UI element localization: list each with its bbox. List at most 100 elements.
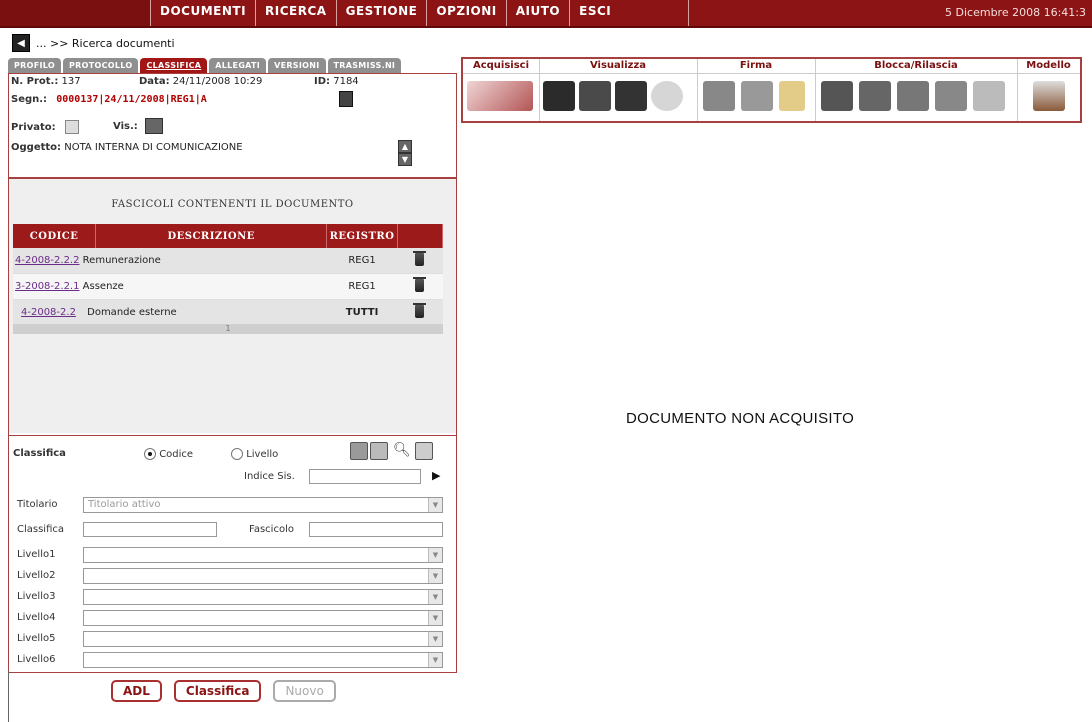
radio-livello-label: Livello xyxy=(246,449,279,460)
template-icon[interactable] xyxy=(1033,81,1065,111)
tab-classifica[interactable]: CLASSIFICA xyxy=(140,58,208,73)
livello5-select[interactable]: ▼ xyxy=(83,631,443,647)
titolario-select[interactable]: Titolario attivo ▼ xyxy=(83,497,443,513)
radio-codice[interactable] xyxy=(144,448,156,460)
group-acquisisci: Acquisisci xyxy=(463,59,540,121)
tab-protocollo[interactable]: PROTOCOLLO xyxy=(62,58,139,73)
acquire-icon[interactable] xyxy=(467,81,533,111)
privato-checkbox[interactable] xyxy=(64,120,79,134)
segnatura-field: Segn.: 0000137|24/11/2008|REG1|A xyxy=(11,94,207,105)
radio-livello-group: Livello xyxy=(231,448,278,460)
col-codice: CODICE xyxy=(13,224,97,248)
menu-documenti[interactable]: DOCUMENTI xyxy=(150,0,255,26)
visibility-icon[interactable] xyxy=(144,118,163,134)
checkin-icon[interactable] xyxy=(859,81,891,111)
menu-esci[interactable]: ESCI xyxy=(569,0,690,26)
scroll-down-icon[interactable]: ▼ xyxy=(398,153,412,166)
document-search-icon[interactable] xyxy=(415,442,433,460)
segn-label: Segn.: xyxy=(11,94,48,105)
vis-label: Vis.: xyxy=(113,121,138,132)
data-field: Data: 24/11/2008 10:29 xyxy=(139,76,262,87)
current-date: 5 Dicembre 2008 16:41:3 xyxy=(945,6,1086,19)
undo-checkout-icon[interactable] xyxy=(935,81,967,111)
breadcrumb-text[interactable]: ... >> Ricerca documenti xyxy=(36,37,175,50)
trash-icon[interactable] xyxy=(413,302,427,318)
menu-ricerca[interactable]: RICERCA xyxy=(255,0,336,26)
confirm-icon[interactable] xyxy=(973,81,1005,111)
back-icon[interactable]: ◀ xyxy=(12,34,30,52)
livello1-select[interactable]: ▼ xyxy=(83,547,443,563)
chevron-down-icon: ▼ xyxy=(428,632,442,646)
sign-icon[interactable] xyxy=(703,81,735,111)
table-row: 4-2008-2.2 Domande esterne TUTTI xyxy=(13,299,443,326)
adl-button[interactable]: ADL xyxy=(111,680,162,702)
chevron-down-icon: ▼ xyxy=(428,653,442,667)
chevron-down-icon: ▼ xyxy=(428,611,442,625)
play-icon[interactable]: ▶ xyxy=(432,469,440,482)
print-icon[interactable] xyxy=(339,91,353,107)
livello6-label: Livello6 xyxy=(17,654,56,665)
action-buttons: ADL Classifica Nuovo xyxy=(111,680,336,702)
group-visualizza-title: Visualizza xyxy=(539,59,697,74)
menu-aiuto[interactable]: AIUTO xyxy=(505,0,569,26)
titolario-value: Titolario attivo xyxy=(88,499,161,510)
trash-icon[interactable] xyxy=(413,276,427,292)
group-modello-title: Modello xyxy=(1017,59,1080,74)
view-icon[interactable] xyxy=(543,81,575,111)
nuovo-button[interactable]: Nuovo xyxy=(273,680,336,702)
descrizione-cell: Assenze xyxy=(82,281,124,292)
codice-link[interactable]: 4-2008-2.2.2 xyxy=(15,255,79,266)
classifica-label: Classifica xyxy=(17,524,65,535)
top-menu-bar: DOCUMENTI RICERCA GESTIONE OPZIONI AIUTO… xyxy=(0,0,1092,28)
chevron-down-icon: ▼ xyxy=(428,590,442,604)
grid-icon[interactable] xyxy=(370,442,388,460)
livello2-select[interactable]: ▼ xyxy=(83,568,443,584)
tab-allegati[interactable]: ALLEGATI xyxy=(209,58,267,73)
tab-trasmissioni[interactable]: TRASMISS.NI xyxy=(327,58,402,73)
livello3-select[interactable]: ▼ xyxy=(83,589,443,605)
table-header-row: CODICE DESCRIZIONE REGISTRO xyxy=(13,224,444,248)
lock-icon[interactable] xyxy=(897,81,929,111)
view-binary-icon[interactable] xyxy=(615,81,647,111)
breadcrumb: ◀ ... >> Ricerca documenti xyxy=(12,34,175,52)
privato-field: Privato: xyxy=(11,120,79,134)
codice-link[interactable]: 3-2008-2.2.1 xyxy=(15,281,79,292)
col-descrizione: DESCRIZIONE xyxy=(95,224,328,248)
smartcard-icon[interactable] xyxy=(779,81,805,111)
indice-input[interactable] xyxy=(309,469,421,484)
radio-codice-label: Codice xyxy=(159,449,194,460)
id-label: ID: xyxy=(314,76,331,87)
titolario-label: Titolario xyxy=(17,499,58,510)
trash-icon[interactable] xyxy=(413,250,427,266)
tree-icon[interactable] xyxy=(350,442,368,460)
tab-versioni[interactable]: VERSIONI xyxy=(268,58,326,73)
menu-opzioni[interactable]: OPZIONI xyxy=(426,0,505,26)
codice-link[interactable]: 4-2008-2.2 xyxy=(21,307,76,318)
document-toolbar: Acquisisci Visualizza Firma Blocca/Rilas… xyxy=(461,57,1082,123)
classifica-input[interactable] xyxy=(83,522,217,537)
classifica-button[interactable]: Classifica xyxy=(173,680,262,702)
checkout-icon[interactable] xyxy=(821,81,853,111)
group-acquisisci-title: Acquisisci xyxy=(463,59,539,74)
menu-gestione[interactable]: GESTIONE xyxy=(335,0,427,26)
livello6-select[interactable]: ▼ xyxy=(83,652,443,668)
livello4-select[interactable]: ▼ xyxy=(83,610,443,626)
descrizione-cell: Remunerazione xyxy=(82,255,161,266)
view-edit-icon[interactable] xyxy=(579,81,611,111)
fascicoli-title: FASCICOLI CONTENENTI IL DOCUMENTO xyxy=(111,199,354,210)
registro-cell: TUTTI xyxy=(326,299,398,326)
livello5-label: Livello5 xyxy=(17,633,56,644)
search-icon[interactable]: 🔍︎ xyxy=(393,442,411,458)
table-pager[interactable]: 1 xyxy=(13,324,443,334)
group-blocca-title: Blocca/Rilascia xyxy=(815,59,1017,74)
fascicolo-input[interactable] xyxy=(309,522,443,537)
chevron-down-icon: ▼ xyxy=(428,498,442,512)
scroll-up-icon[interactable]: ▲ xyxy=(398,140,412,153)
cosign-icon[interactable] xyxy=(741,81,773,111)
tab-profilo[interactable]: PROFILO xyxy=(8,58,61,73)
document-panel: N. Prot.: 137 Data: 24/11/2008 10:29 ID:… xyxy=(8,73,457,673)
history-icon[interactable] xyxy=(651,81,683,111)
descrizione-cell: Domande esterne xyxy=(87,307,177,318)
document-tabs: PROFILO PROTOCOLLO CLASSIFICA ALLEGATI V… xyxy=(8,58,402,73)
radio-livello[interactable] xyxy=(231,448,243,460)
